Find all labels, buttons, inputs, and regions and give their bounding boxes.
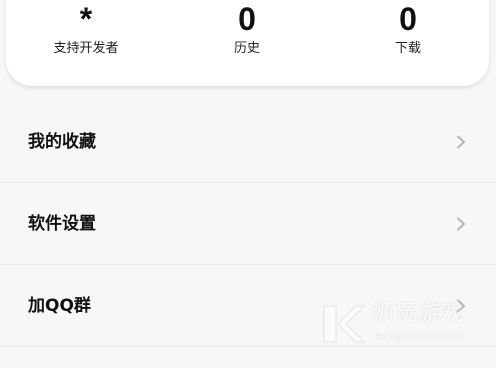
watermark-name-cn: 仍玩游戏 xyxy=(372,301,465,326)
stat-value: 0 xyxy=(238,1,256,37)
watermark: 仍玩游戏 Rengwan Games xyxy=(320,300,490,350)
stat-label: 历史 xyxy=(233,41,260,56)
watermark-name-en: Rengwan Games xyxy=(374,330,467,343)
menu-item-favorites[interactable]: 我的收藏 xyxy=(0,101,496,183)
menu-item-label: 软件设置 xyxy=(28,214,96,234)
stat-value: * xyxy=(79,1,93,37)
stat-support-developer[interactable]: * 支持开发者 xyxy=(26,0,146,57)
stat-label: 支持开发者 xyxy=(53,41,119,56)
menu-item-label: 我的收藏 xyxy=(28,132,96,152)
chevron-right-icon xyxy=(457,217,465,231)
stat-downloads[interactable]: 0 下载 xyxy=(348,0,468,57)
stat-history[interactable]: 0 历史 xyxy=(187,0,307,57)
menu-item-label: 加QQ群 xyxy=(28,296,91,316)
stat-value: 0 xyxy=(399,1,417,37)
chevron-right-icon xyxy=(457,135,465,149)
stats-card: * 支持开发者 0 历史 0 下载 xyxy=(6,0,489,86)
rengwan-logo-icon xyxy=(323,305,366,343)
stat-label: 下载 xyxy=(394,41,421,56)
menu-item-software-settings[interactable]: 软件设置 xyxy=(0,183,496,265)
